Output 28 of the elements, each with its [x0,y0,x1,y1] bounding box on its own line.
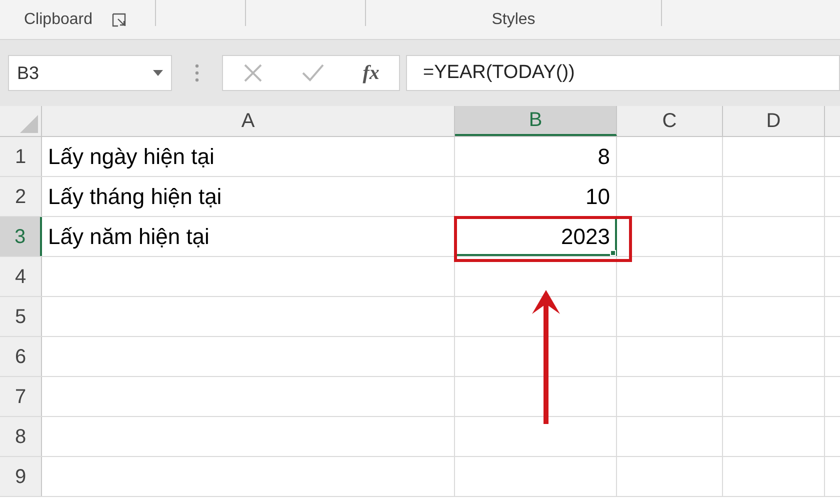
name-box[interactable]: B3 [8,55,172,91]
row-header[interactable]: 4 [0,257,42,296]
row-header[interactable]: 7 [0,377,42,416]
row-header[interactable]: 2 [0,177,42,216]
insert-function-button[interactable]: fx [362,58,380,88]
column-header[interactable]: B [455,106,617,136]
table-cell[interactable]: 8 [455,137,617,176]
check-icon[interactable] [302,64,324,82]
formula-input[interactable]: =YEAR(TODAY()) [406,55,840,91]
dropdown-caret-icon[interactable] [153,70,163,76]
table-cell[interactable]: Lấy ngày hiện tại [42,137,455,176]
row-header[interactable]: 3 [0,217,42,256]
ribbon-group-label: Clipboard [24,10,92,30]
ribbon-group-label: Styles [492,10,536,30]
table-cell[interactable]: 2023 [455,217,617,256]
grip-dots-icon [195,64,199,82]
table-cell[interactable]: 10 [455,177,617,216]
column-header[interactable]: D [723,106,825,136]
row-header[interactable]: 9 [0,457,42,496]
table-cell[interactable]: Lấy tháng hiện tại [42,177,455,216]
row-header[interactable]: 8 [0,417,42,456]
fill-handle[interactable] [610,250,616,256]
row-header[interactable]: 5 [0,297,42,336]
dialog-launcher-icon[interactable] [112,12,126,26]
column-header[interactable]: C [617,106,723,136]
table-cell[interactable]: Lấy năm hiện tại [42,217,455,256]
row-header[interactable]: 6 [0,337,42,376]
row-header[interactable]: 1 [0,137,42,176]
